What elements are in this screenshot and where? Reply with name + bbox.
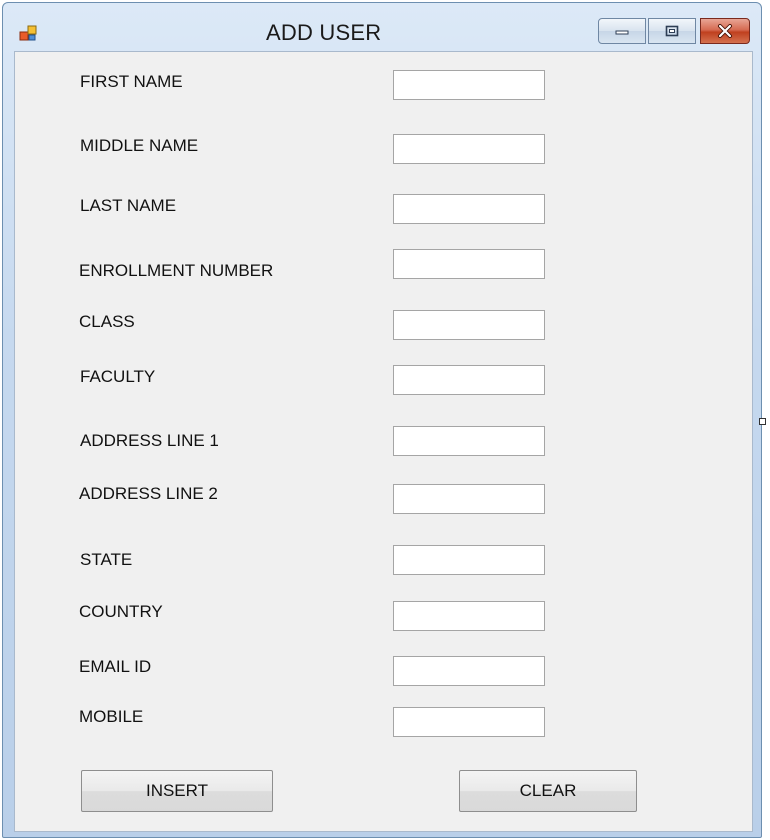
last-name-input[interactable] bbox=[393, 194, 545, 224]
title-bar[interactable]: ADD USER bbox=[3, 3, 761, 51]
faculty-label: FACULTY bbox=[80, 367, 156, 386]
first-name-label: FIRST NAME bbox=[80, 72, 183, 91]
form-row-enrollment-number: ENROLLMENT NUMBER bbox=[15, 249, 752, 280]
window-title: ADD USER bbox=[266, 20, 382, 45]
mobile-label: MOBILE bbox=[79, 707, 144, 726]
form-row-faculty: FACULTY bbox=[15, 365, 752, 395]
minimize-button[interactable] bbox=[598, 18, 646, 44]
address-line-1-input[interactable] bbox=[393, 426, 545, 456]
state-label: STATE bbox=[80, 550, 133, 569]
form-row-first-name: FIRST NAME bbox=[15, 70, 752, 100]
maximize-icon bbox=[665, 25, 679, 37]
faculty-input[interactable] bbox=[393, 365, 545, 395]
country-input[interactable] bbox=[393, 601, 545, 631]
form-row-email-id: EMAIL ID bbox=[15, 656, 752, 686]
country-label: COUNTRY bbox=[79, 602, 163, 621]
close-button[interactable] bbox=[700, 18, 750, 44]
minimize-icon bbox=[615, 30, 629, 35]
last-name-label: LAST NAME bbox=[80, 196, 177, 215]
clear-button[interactable]: CLEAR bbox=[459, 770, 637, 812]
first-name-input[interactable] bbox=[393, 70, 545, 100]
form-row-class: CLASS bbox=[15, 310, 752, 340]
mobile-input[interactable] bbox=[393, 707, 545, 737]
address-line-1-label: ADDRESS LINE 1 bbox=[80, 431, 219, 450]
app-icon[interactable] bbox=[19, 23, 39, 43]
resize-handle[interactable] bbox=[759, 418, 766, 425]
class-input[interactable] bbox=[393, 310, 545, 340]
maximize-button[interactable] bbox=[648, 18, 696, 44]
form-row-address-line-2: ADDRESS LINE 2 bbox=[15, 484, 752, 514]
form-row-middle-name: MIDDLE NAME bbox=[15, 134, 752, 164]
state-input[interactable] bbox=[393, 545, 545, 575]
address-line-2-input[interactable] bbox=[393, 484, 545, 514]
email-id-input[interactable] bbox=[393, 656, 545, 686]
email-id-label: EMAIL ID bbox=[79, 657, 152, 676]
close-icon bbox=[718, 24, 732, 38]
address-line-2-label: ADDRESS LINE 2 bbox=[79, 484, 218, 503]
form-row-last-name: LAST NAME bbox=[15, 194, 752, 224]
form-row-state: STATE bbox=[15, 545, 752, 575]
form-area: FIRST NAME MIDDLE NAME LAST NAME ENROLLM… bbox=[14, 51, 753, 832]
class-label: CLASS bbox=[79, 312, 135, 331]
form-row-country: COUNTRY bbox=[15, 601, 752, 631]
enrollment-number-label: ENROLLMENT NUMBER bbox=[79, 261, 274, 280]
middle-name-input[interactable] bbox=[393, 134, 545, 164]
middle-name-label: MIDDLE NAME bbox=[80, 136, 199, 155]
add-user-window: ADD USER FIRST NAME MIDDLE NAME LAST NAM… bbox=[2, 2, 762, 838]
insert-button[interactable]: INSERT bbox=[81, 770, 273, 812]
enrollment-number-input[interactable] bbox=[393, 249, 545, 279]
form-row-mobile: MOBILE bbox=[15, 707, 752, 737]
form-row-address-line-1: ADDRESS LINE 1 bbox=[15, 426, 752, 456]
